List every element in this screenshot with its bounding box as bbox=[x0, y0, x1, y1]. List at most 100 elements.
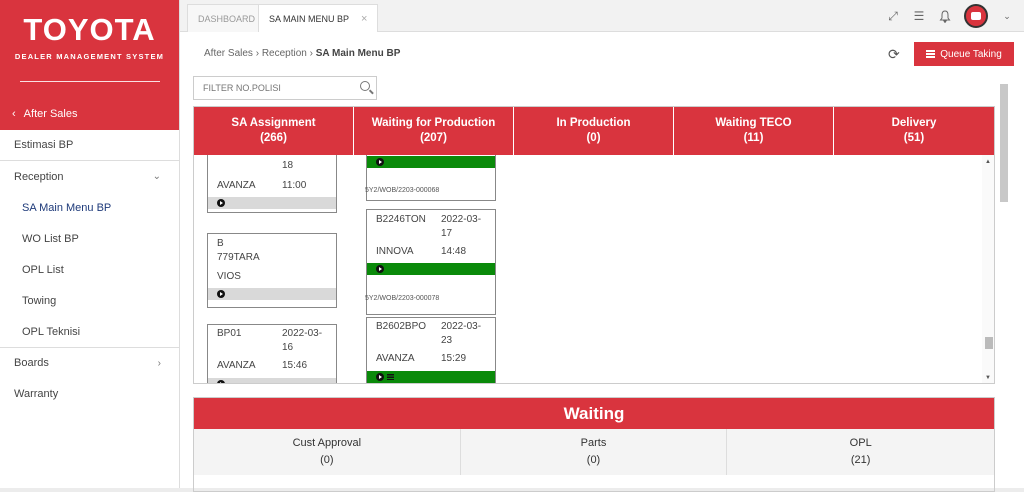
queue-taking-button[interactable]: Queue Taking bbox=[914, 42, 1014, 66]
column-header-waiting-teco[interactable]: Waiting TECO (11) bbox=[674, 107, 834, 155]
vehicle-card[interactable]: 18 AVANZA 11:00 bbox=[207, 155, 337, 213]
sidebar-item-label: Estimasi BP bbox=[14, 139, 74, 151]
card-plate: B bbox=[217, 237, 224, 249]
column-title: SA Assignment bbox=[231, 117, 316, 129]
brand-subtitle: DEALER MANAGEMENT SYSTEM bbox=[14, 52, 165, 61]
scroll-down-icon[interactable]: ▼ bbox=[985, 375, 991, 381]
refresh-icon[interactable]: ⟳ bbox=[888, 46, 900, 63]
sidebar-item-label: SA Main Menu BP bbox=[22, 201, 112, 214]
card-model: AVANZA bbox=[376, 352, 415, 364]
vehicle-card[interactable]: BP01 2022-03- 16 AVANZA 15:46 bbox=[207, 324, 337, 383]
play-icon[interactable] bbox=[217, 290, 225, 298]
list-icon bbox=[926, 50, 936, 58]
play-icon[interactable] bbox=[376, 373, 384, 381]
waiting-col-label: Cust Approval bbox=[292, 437, 362, 449]
column-count: (266) bbox=[260, 132, 287, 144]
menu-icon[interactable]: ☰ bbox=[912, 9, 926, 23]
sidebar-item-opl-teknisi[interactable]: OPL Teknisi bbox=[0, 316, 179, 347]
column-title: In Production bbox=[556, 117, 631, 129]
card-model: INNOVA bbox=[376, 245, 414, 257]
play-icon[interactable] bbox=[376, 265, 384, 273]
column-header-delivery[interactable]: Delivery (51) bbox=[834, 107, 994, 155]
sidebar-item-towing[interactable]: Towing bbox=[0, 285, 179, 316]
play-icon[interactable] bbox=[217, 199, 225, 207]
after-sales-back-link[interactable]: ‹ After Sales bbox=[0, 98, 180, 130]
column-header-sa-assignment[interactable]: SA Assignment (266) bbox=[194, 107, 354, 155]
card-status-bar bbox=[208, 288, 336, 300]
waiting-title: Waiting bbox=[194, 398, 994, 429]
tab-sa-main-menu-bp[interactable]: SA MAIN MENU BP × bbox=[258, 4, 379, 33]
waiting-opl[interactable]: OPL (21) bbox=[727, 429, 994, 475]
sidebar-item-label: OPL Teknisi bbox=[22, 325, 81, 338]
waiting-parts[interactable]: Parts (0) bbox=[461, 429, 728, 475]
sidebar-item-sa-main-menu-bp[interactable]: SA Main Menu BP bbox=[0, 192, 179, 223]
play-icon[interactable] bbox=[217, 380, 225, 383]
waiting-col-count: (0) bbox=[320, 454, 334, 466]
list-icon[interactable] bbox=[387, 374, 394, 380]
user-avatar[interactable] bbox=[964, 4, 988, 28]
card-model: VIOS bbox=[217, 270, 241, 282]
column-count: (207) bbox=[420, 132, 447, 144]
filter-no-polisi-input[interactable] bbox=[203, 83, 353, 93]
column-count: (0) bbox=[586, 132, 601, 144]
column-title: Waiting TECO bbox=[715, 117, 792, 129]
filter-no-polisi[interactable] bbox=[193, 76, 377, 100]
waiting-section: Waiting Cust Approval (0) Parts (0) OPL … bbox=[193, 397, 995, 492]
breadcrumb-after-sales[interactable]: After Sales bbox=[204, 48, 253, 59]
sidebar-item-estimasi-bp[interactable]: Estimasi BP bbox=[0, 130, 179, 161]
waiting-columns: Cust Approval (0) Parts (0) OPL (21) bbox=[194, 429, 994, 475]
board-scrollbar[interactable]: ▲ ▼ bbox=[982, 155, 994, 383]
top-bar: DASHBOARD SA MAIN MENU BP × ⤢ ☰ ⌄ bbox=[180, 0, 1024, 33]
vehicle-card[interactable]: B 779TARA VIOS bbox=[207, 233, 337, 308]
sidebar-item-label: Warranty bbox=[14, 387, 59, 400]
search-icon[interactable] bbox=[360, 81, 370, 91]
breadcrumb-reception[interactable]: Reception bbox=[262, 48, 307, 59]
sidebar-item-wo-list-bp[interactable]: WO List BP bbox=[0, 223, 179, 254]
sidebar-item-label: WO List BP bbox=[22, 232, 79, 245]
column-header-waiting-for-production[interactable]: Waiting for Production (207) bbox=[354, 107, 514, 155]
waiting-col-count: (0) bbox=[586, 454, 601, 466]
sidebar-item-reception[interactable]: Reception ⌄ bbox=[0, 161, 179, 192]
chevron-down-icon: ⌄ bbox=[152, 171, 161, 182]
card-date: 16 bbox=[282, 341, 294, 353]
back-label: After Sales bbox=[23, 108, 78, 120]
scroll-up-icon[interactable]: ▲ bbox=[985, 159, 991, 165]
waiting-cust-approval[interactable]: Cust Approval (0) bbox=[194, 429, 461, 475]
queue-taking-label: Queue Taking bbox=[940, 48, 1002, 60]
scrollbar-thumb[interactable] bbox=[985, 337, 993, 349]
tab-label: DASHBOARD bbox=[198, 13, 256, 24]
card-plate: BP01 bbox=[217, 327, 242, 339]
fullscreen-icon[interactable]: ⤢ bbox=[886, 9, 900, 23]
bell-icon[interactable] bbox=[938, 9, 952, 23]
card-time: 15:29 bbox=[441, 352, 467, 364]
card-time: 15:46 bbox=[282, 359, 308, 371]
card-plate: 779TARA bbox=[217, 251, 260, 263]
tab-dashboard[interactable]: DASHBOARD bbox=[187, 4, 267, 32]
sidebar-item-label: Towing bbox=[22, 294, 57, 307]
sidebar-item-boards[interactable]: Boards › bbox=[0, 347, 179, 378]
card-status-bar bbox=[367, 371, 495, 383]
chevron-down-icon[interactable]: ⌄ bbox=[1000, 9, 1014, 23]
close-tab-icon[interactable]: × bbox=[361, 13, 367, 25]
column-title: Waiting for Production bbox=[371, 117, 496, 129]
sidebar-item-warranty[interactable]: Warranty bbox=[0, 378, 179, 409]
card-plate: B2246TON bbox=[376, 213, 426, 225]
main-content: After Sales › Reception › SA Main Menu B… bbox=[180, 32, 1024, 492]
sidebar-item-opl-list[interactable]: OPL List bbox=[0, 254, 179, 285]
play-icon[interactable] bbox=[376, 158, 384, 166]
status-board: SA Assignment (266) Waiting for Producti… bbox=[193, 106, 995, 384]
card-date: 23 bbox=[441, 334, 453, 346]
page-scrollbar[interactable] bbox=[1000, 84, 1008, 202]
column-count: (51) bbox=[903, 132, 925, 144]
chevron-left-icon: ‹ bbox=[12, 108, 16, 120]
vehicle-card[interactable] bbox=[366, 155, 496, 201]
card-time: 14:48 bbox=[441, 245, 467, 257]
sidebar: TOYOTA DEALER MANAGEMENT SYSTEM ‹ After … bbox=[0, 0, 180, 488]
vehicle-card[interactable]: B2602BPO 2022-03- 23 AVANZA 15:29 bbox=[366, 317, 496, 383]
waiting-col-count: (21) bbox=[850, 454, 871, 466]
breadcrumb-current: SA Main Menu BP bbox=[315, 48, 401, 59]
card-date: 2022-03- bbox=[282, 327, 323, 339]
chevron-right-icon: › bbox=[157, 357, 161, 369]
column-header-in-production[interactable]: In Production (0) bbox=[514, 107, 674, 155]
card-date: 2022-03- bbox=[441, 320, 482, 332]
